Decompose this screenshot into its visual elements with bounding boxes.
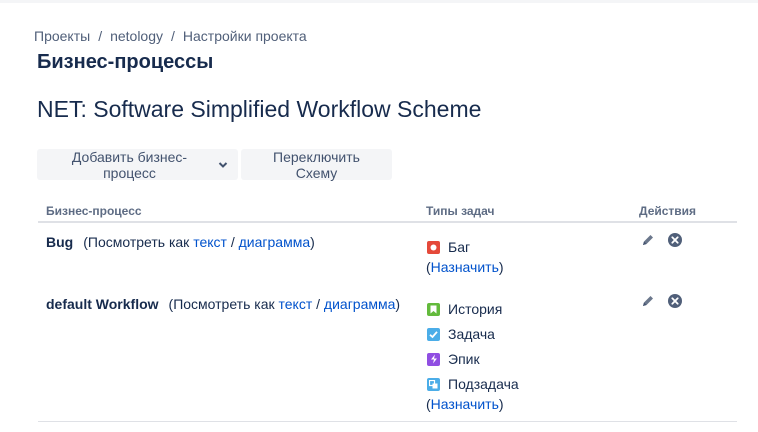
- table-bottom-divider: [38, 421, 737, 422]
- epic-icon: [427, 352, 440, 366]
- view-diagram-link[interactable]: диаграмма: [324, 296, 396, 312]
- breadcrumb-separator: /: [98, 28, 103, 44]
- breadcrumb-projects[interactable]: Проекты: [34, 28, 90, 44]
- breadcrumb-separator: /: [171, 28, 175, 44]
- issue-type-label: Подзадача: [448, 376, 519, 392]
- chevron-down-icon: [218, 157, 228, 173]
- issue-type-item: Эпик: [427, 351, 480, 367]
- remove-icon[interactable]: [667, 232, 683, 248]
- view-as-label: (Посмотреть как: [83, 234, 190, 250]
- issue-type-item: Баг: [427, 239, 470, 255]
- issue-type-item: Подзадача: [427, 376, 519, 392]
- edit-icon[interactable]: [641, 233, 657, 249]
- column-header-workflow: Бизнес-процесс: [46, 204, 142, 218]
- column-header-actions: Действия: [639, 204, 697, 218]
- close-paren: ): [395, 296, 401, 312]
- issue-type-item: Задача: [427, 326, 495, 342]
- link-separator: /: [230, 234, 235, 250]
- edit-icon[interactable]: [641, 294, 657, 310]
- assign-link[interactable]: Назначить: [431, 396, 499, 412]
- breadcrumb-project-settings[interactable]: Настройки проекта: [183, 28, 307, 44]
- issue-type-label: Задача: [448, 326, 495, 342]
- view-diagram-link[interactable]: диаграмма: [239, 234, 311, 250]
- top-border: [0, 0, 758, 3]
- assign-issue-types: (Назначить): [426, 259, 504, 275]
- issue-type-label: Баг: [448, 239, 471, 255]
- assign-issue-types: (Назначить): [426, 396, 504, 412]
- issue-type-label: Эпик: [448, 351, 480, 367]
- switch-scheme-button[interactable]: Переключить Схему: [241, 149, 392, 181]
- table-header-divider: [38, 221, 737, 223]
- column-header-issue-types: Типы задач: [426, 204, 495, 218]
- table-row: default Workflow (Посмотреть как текст / …: [46, 296, 400, 312]
- page-title: Бизнес-процессы: [37, 51, 214, 73]
- breadcrumb: Проекты / netology / Настройки проекта: [34, 28, 307, 44]
- add-workflow-label: Добавить бизнес-процесс: [71, 148, 188, 181]
- issue-type-item: История: [427, 301, 502, 317]
- view-as-label: (Посмотреть как: [168, 296, 275, 312]
- assign-close-paren: ): [498, 396, 504, 412]
- assign-close-paren: ): [498, 259, 504, 275]
- issue-type-label: История: [448, 301, 503, 317]
- workflow-name: Bug: [46, 234, 74, 250]
- subtask-icon: [427, 377, 440, 391]
- link-separator: /: [316, 296, 321, 312]
- table-row: Bug (Посмотреть как текст / диаграмма): [46, 234, 315, 250]
- story-icon: [427, 302, 440, 316]
- task-icon: [427, 327, 440, 341]
- scheme-title: NET: Software Simplified Workflow Scheme: [37, 96, 482, 122]
- close-paren: ): [310, 234, 315, 250]
- breadcrumb-project-netology[interactable]: netology: [110, 28, 163, 44]
- view-text-link[interactable]: текст: [279, 296, 313, 312]
- view-text-link[interactable]: текст: [193, 234, 227, 250]
- assign-link[interactable]: Назначить: [431, 259, 499, 275]
- remove-icon[interactable]: [667, 293, 683, 309]
- add-workflow-button[interactable]: Добавить бизнес-процесс: [37, 148, 238, 181]
- workflow-name: default Workflow: [46, 296, 159, 312]
- bug-icon: [427, 240, 440, 254]
